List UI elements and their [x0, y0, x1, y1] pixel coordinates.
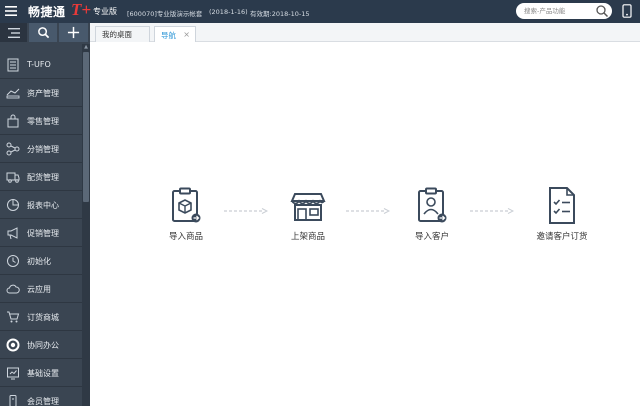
sidebar-item-label: 初始化: [27, 257, 51, 266]
sidebar-item-retail[interactable]: 零售管理: [0, 107, 82, 135]
member-icon: [9, 395, 17, 406]
phone-icon[interactable]: [622, 4, 632, 18]
tab-bar: 我的桌面 导航 ×: [90, 23, 640, 43]
sidebar-item-label: 协同办公: [27, 341, 59, 350]
brand-name: 畅捷通: [28, 5, 66, 19]
retail-icon: [7, 114, 19, 128]
asset-icon: [6, 88, 20, 99]
tab-navigation[interactable]: 导航 ×: [154, 26, 196, 43]
sidebar-item-promotion[interactable]: 促销管理: [0, 219, 82, 247]
plus-icon: [67, 26, 80, 39]
distribution-icon: [6, 142, 20, 156]
flow-arrow-icon: [470, 208, 514, 214]
search-icon: [37, 27, 49, 39]
sidebar-nav: T-UFO 资产管理 零售管理 分销管理 配货管理 报表中心 促销管理 初始化 …: [0, 51, 82, 406]
brand-logo: T+: [71, 0, 92, 19]
edition-label: 专业版: [93, 7, 117, 16]
step-label: 上架商品: [290, 232, 325, 242]
step-label: 邀请客户订货: [536, 232, 588, 242]
sidebar-item-delivery[interactable]: 配货管理: [0, 163, 82, 191]
sidebar-item-label: 云应用: [27, 285, 51, 294]
sidebar-search-button[interactable]: [29, 23, 57, 42]
sidebar-item-cloud-apps[interactable]: 云应用: [0, 275, 82, 303]
sidebar-item-label: T-UFO: [27, 60, 51, 69]
sidebar-item-basic-settings[interactable]: 基础设置: [0, 359, 82, 387]
sidebar-item-distribution[interactable]: 分销管理: [0, 135, 82, 163]
navigation-panel: 导入商品 上架商品 导入客户 邀请客户订货: [90, 42, 640, 406]
megaphone-icon: [7, 227, 18, 240]
clock-icon: [7, 255, 19, 267]
flow-arrow-icon: [346, 208, 390, 214]
sidebar-item-label: 会员管理: [27, 397, 59, 406]
settings-icon: [7, 367, 19, 380]
sidebar-item-label: 分销管理: [27, 145, 59, 154]
sidebar-item-t-ufo[interactable]: T-UFO: [0, 51, 82, 79]
search-icon[interactable]: [595, 4, 609, 18]
sidebar-item-initialize[interactable]: 初始化: [0, 247, 82, 275]
sidebar-item-members[interactable]: 会员管理: [0, 387, 82, 406]
collapse-button[interactable]: [0, 23, 27, 42]
tab-my-desktop[interactable]: 我的桌面: [95, 26, 150, 42]
scroll-up-icon[interactable]: ▲: [83, 44, 89, 50]
sidebar-item-label: 资产管理: [27, 89, 59, 98]
sidebar: T-UFO 资产管理 零售管理 分销管理 配货管理 报表中心 促销管理 初始化 …: [0, 23, 90, 406]
collaboration-icon: [6, 338, 20, 352]
flow-arrow-icon: [224, 208, 268, 214]
search-box[interactable]: [516, 3, 612, 19]
sidebar-item-label: 基础设置: [27, 369, 59, 378]
close-icon[interactable]: ×: [183, 30, 190, 39]
sidebar-item-order-mall[interactable]: 订货商城: [0, 303, 82, 331]
account-name: [600070]专业版演示帐套: [127, 10, 203, 18]
tab-label: 导航: [161, 30, 176, 40]
cloud-icon: [6, 284, 20, 294]
checklist-icon: [549, 187, 575, 224]
sidebar-item-label: 促销管理: [27, 229, 59, 238]
report-sheet-icon: [7, 58, 19, 72]
clipboard-person-icon: [418, 187, 447, 223]
sidebar-item-label: 订货商城: [27, 313, 59, 322]
tab-label: 我的桌面: [102, 30, 132, 39]
scrollbar-thumb[interactable]: [83, 52, 89, 202]
sidebar-item-assets[interactable]: 资产管理: [0, 79, 82, 107]
add-button[interactable]: [59, 23, 88, 42]
menu-icon[interactable]: [4, 4, 18, 18]
login-date: (2018-1-16): [209, 8, 248, 16]
sidebar-item-collaboration[interactable]: 协同办公: [0, 331, 82, 359]
pie-chart-icon: [7, 199, 19, 211]
delivery-truck-icon: [6, 172, 20, 183]
top-bar: 畅捷通 T+ 专业版 [600070]专业版演示帐套 (2018-1-16) 有…: [0, 0, 640, 23]
validity-date: 有效期:2018-10-15: [250, 10, 310, 18]
sidebar-item-report-center[interactable]: 报表中心: [0, 191, 82, 219]
step-label: 导入商品: [168, 232, 203, 242]
sidebar-item-label: 配货管理: [27, 173, 59, 182]
clipboard-box-icon: [172, 187, 201, 223]
collapse-icon: [7, 27, 20, 38]
sidebar-item-label: 零售管理: [27, 117, 59, 126]
storefront-icon: [290, 193, 326, 221]
sidebar-toolbar: [0, 23, 90, 44]
sidebar-scrollbar[interactable]: ▲: [82, 44, 90, 406]
sidebar-item-label: 报表中心: [27, 201, 59, 210]
cart-icon: [7, 311, 20, 323]
step-label: 导入客户: [414, 232, 449, 242]
search-input[interactable]: [524, 5, 594, 17]
